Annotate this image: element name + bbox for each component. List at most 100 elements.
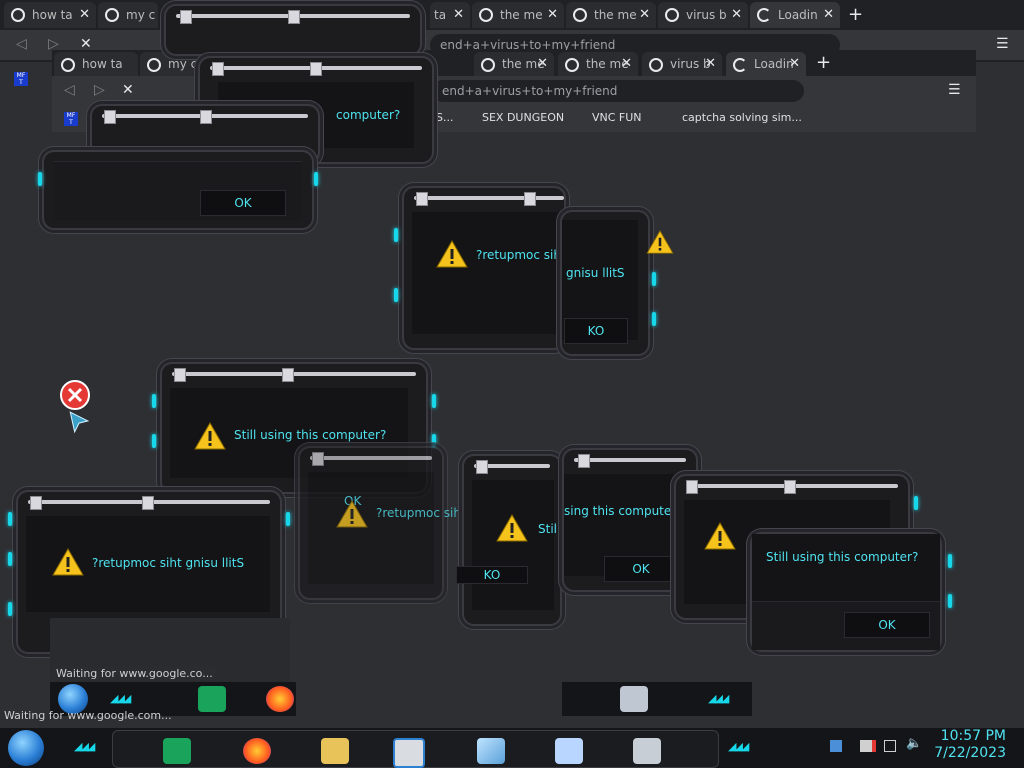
dialog-window[interactable]: Still using this computer? OK (752, 534, 952, 650)
browser-tab[interactable]: the me ✕ (472, 2, 564, 28)
notes-app-icon[interactable] (198, 686, 226, 712)
browser-tab[interactable]: virus b ✕ (642, 52, 722, 76)
google-icon (481, 58, 495, 72)
dialog-window[interactable]: gnisu llitS KO (562, 212, 656, 354)
close-icon[interactable]: ✕ (547, 2, 558, 28)
new-tab-icon[interactable]: + (848, 4, 863, 25)
network-monitor-icon[interactable] (620, 686, 648, 712)
bookmark-item[interactable]: S... (436, 106, 453, 130)
browser-tab[interactable]: how ta (54, 52, 138, 76)
file-explorer-icon[interactable] (321, 738, 349, 764)
ok-button[interactable]: KO (564, 318, 628, 344)
title-bar[interactable] (574, 458, 686, 462)
drag-handle[interactable] (784, 480, 796, 494)
puzzle-app-icon[interactable] (555, 738, 583, 764)
drag-handle[interactable] (142, 496, 154, 510)
drag-handle[interactable] (310, 62, 322, 76)
led-indicator (314, 172, 318, 186)
tab-strip: how ta ✕ my c ta ✕ the me ✕ the me ✕ virus b… (0, 0, 1024, 30)
title-bar[interactable] (310, 456, 432, 460)
ok-button[interactable]: OK (200, 190, 286, 216)
document-icon[interactable] (477, 738, 505, 764)
tray-network-icon[interactable] (884, 740, 896, 752)
led-indicator (8, 602, 12, 616)
bookmark-item[interactable]: VNC FUN (592, 106, 642, 130)
close-icon[interactable]: ✕ (79, 2, 90, 28)
browser-tab[interactable]: the me ✕ (474, 52, 554, 76)
browser-tab-active[interactable]: Loadin ✕ (750, 2, 840, 28)
tray-volume-icon[interactable]: 🔈 (906, 736, 922, 751)
close-icon[interactable]: ✕ (537, 52, 548, 76)
close-icon[interactable]: ✕ (639, 2, 650, 28)
system-clock[interactable]: 10:57 PM 7/22/2023 (934, 728, 1006, 762)
menu-icon[interactable]: ☰ (996, 36, 1009, 52)
status-text: Waiting for www.google.co... (52, 666, 217, 681)
back-icon[interactable]: ◁ (64, 82, 75, 98)
mft-extension-icon[interactable]: MF T (64, 112, 78, 126)
clock-time: 10:57 PM (940, 728, 1006, 744)
browser-tab-active[interactable]: Loadin ✕ (726, 52, 806, 76)
drag-handle[interactable] (200, 110, 212, 124)
dialog-body (308, 472, 434, 584)
chevron-decoration: ◢◢◢ (728, 740, 749, 753)
warning-icon (496, 514, 528, 542)
close-icon[interactable]: ✕ (823, 2, 834, 28)
led-indicator (652, 312, 656, 326)
browser-tab[interactable]: my c (140, 52, 196, 76)
ok-button[interactable]: KO (456, 566, 528, 584)
close-icon[interactable]: ✕ (789, 52, 800, 76)
drag-handle[interactable] (524, 192, 536, 206)
firefox-icon[interactable] (243, 738, 271, 764)
google-icon (565, 58, 579, 72)
title-bar[interactable] (414, 196, 564, 200)
ok-button[interactable]: OK (844, 612, 930, 638)
start-orb[interactable] (8, 730, 44, 766)
tray-security-icon[interactable] (860, 740, 876, 752)
google-icon (105, 8, 119, 22)
network-monitor-icon[interactable] (633, 738, 661, 764)
stop-icon[interactable]: ✕ (122, 82, 134, 98)
url-input[interactable]: end+a+virus+to+my+friend (432, 80, 804, 102)
back-icon[interactable]: ◁ (16, 36, 27, 52)
dialog-window[interactable]: OK ?retupmoc siht gnisu llitS (300, 448, 528, 598)
ok-button[interactable]: OK (604, 556, 678, 582)
close-icon[interactable]: ✕ (621, 52, 632, 76)
window-app-icon[interactable] (393, 738, 425, 768)
browser-tab[interactable]: my c (98, 2, 158, 28)
browser-tab[interactable]: how ta ✕ (4, 2, 96, 28)
firefox-icon[interactable] (266, 686, 294, 712)
browser-tab[interactable]: the me ✕ (558, 52, 638, 76)
drag-handle[interactable] (288, 10, 300, 24)
led-indicator (432, 434, 436, 448)
dialog-window[interactable] (166, 6, 420, 54)
mft-extension-icon[interactable]: MF T (14, 72, 28, 86)
forward-icon[interactable]: ▷ (94, 82, 105, 98)
title-bar[interactable] (172, 372, 416, 376)
new-tab-icon[interactable]: + (816, 52, 831, 73)
drag-handle[interactable] (282, 368, 294, 382)
close-icon[interactable]: ✕ (731, 2, 742, 28)
browser-tab[interactable]: the me ✕ (566, 2, 656, 28)
google-icon (665, 8, 679, 22)
bookmark-item[interactable]: SEX DUNGEON (482, 106, 564, 130)
window-icon (180, 10, 192, 24)
error-icon (60, 380, 90, 410)
close-icon[interactable]: ✕ (705, 52, 716, 76)
chevron-decoration: ◢◢◢ (708, 692, 729, 705)
dialog-message: gnisu llitS (566, 266, 625, 280)
tray-flag-icon[interactable] (830, 740, 842, 752)
browser-tab[interactable]: virus b ✕ (658, 2, 748, 28)
notes-app-icon[interactable] (163, 738, 191, 764)
taskbar: ◢◢◢ ◢◢◢ 🔈 10:57 PM 7/22/2023 (0, 728, 1024, 768)
address-bar-row-inner: ◁ ▷ ✕ end+a+virus+to+my+friend ☰ (52, 76, 976, 106)
dialog-window[interactable]: OK (38, 152, 318, 228)
close-icon[interactable]: ✕ (453, 2, 464, 28)
dialog-window[interactable]: ?retupmoc siht g (394, 188, 577, 348)
dialog-window[interactable]: Still u KO (456, 456, 572, 624)
taskbar-dock (112, 730, 719, 768)
led-indicator (948, 554, 952, 568)
dialog-body (472, 480, 554, 610)
bookmark-item[interactable]: captcha solving sim... (682, 106, 802, 130)
browser-tab[interactable]: ta ✕ (430, 2, 470, 28)
menu-icon[interactable]: ☰ (948, 82, 961, 98)
